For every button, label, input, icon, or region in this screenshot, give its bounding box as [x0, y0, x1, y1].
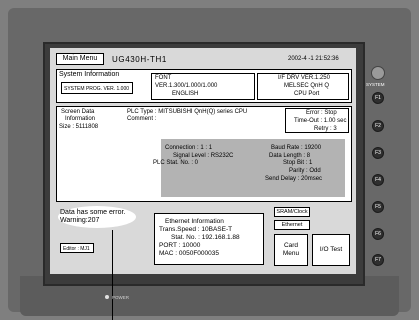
model-name: UG430H-TH1 [112, 55, 167, 64]
ethernet-trans-speed: Trans.Speed : 10BASE-T [159, 226, 233, 233]
datetime-display: 2002-4 -1 21:52:36 [288, 56, 339, 62]
timeout-setting: Time-Out : 1.00 sec [294, 118, 347, 124]
plc-name: MELSEC QnH Q [284, 83, 330, 89]
card-menu-label-line2: Menu [282, 250, 300, 257]
power-label: POWER [112, 295, 130, 300]
ethernet-port: PORT : 10000 [159, 242, 201, 249]
ethernet-information-title: Ethernet Information [165, 218, 224, 225]
parity-setting: Parity : Odd [289, 168, 321, 174]
screen-data-title-line1: Screen Data [61, 109, 95, 115]
data-length-setting: Data Length : 8 [269, 153, 311, 159]
f4-key[interactable]: F4 [372, 174, 384, 186]
f6-key[interactable]: F6 [372, 228, 384, 240]
f2-key[interactable]: F2 [372, 120, 384, 132]
font-version: VER.1.300/1.000/1.000 [155, 83, 218, 89]
connection-setting: Connection : 1 : 1 [165, 145, 213, 151]
power-led-icon [105, 295, 109, 299]
card-menu-label-line1: Card [283, 242, 299, 249]
plc-type: PLC Type : MITSUBISHI QnH(Q) series CPU [127, 109, 248, 115]
plc-stat-setting: PLC Stat. No. : 0 [153, 160, 199, 166]
retry-setting: Retry : 3 [314, 126, 337, 132]
baud-rate-setting: Baud Rate : 19200 [271, 145, 322, 151]
comment-label: Comment : [127, 116, 157, 122]
f5-key[interactable]: F5 [372, 201, 384, 213]
card-menu-button[interactable]: Card Menu [274, 234, 308, 266]
ethernet-information-panel: Ethernet Information Trans.Speed : 10BAS… [154, 213, 264, 265]
hmi-screen: Main Menu UG430H-TH1 2002-4 -1 21:52:36 … [50, 48, 356, 274]
f1-key[interactable]: F1 [372, 92, 384, 104]
screen-data-title-line2: Information [65, 116, 96, 122]
warning-bubble: Data has some error. Warning:207 [58, 206, 136, 228]
system-key[interactable] [371, 66, 385, 80]
warning-code: Warning:207 [60, 217, 100, 224]
screen-data-panel: Screen Data Information Size : 5111808 P… [56, 106, 352, 202]
send-delay-setting: Send Delay : 20msec [265, 176, 323, 182]
f3-key[interactable]: F3 [372, 147, 384, 159]
system-information-title: System Information [59, 71, 120, 78]
warning-pointer-line [112, 230, 113, 320]
system-information-panel: System Information SYSTEM PROG. VER. 1.0… [56, 69, 352, 103]
signal-level-setting: Signal Level : RS232C [173, 153, 234, 159]
editor-label: Editor : MJ1 [63, 246, 90, 252]
ethernet-mac: MAC : 0050F000035 [159, 250, 219, 257]
if-driver-version: I/F DRV VER.1.250 [278, 75, 330, 81]
error-setting: Error : Stop [306, 110, 337, 116]
f7-key[interactable]: F7 [372, 254, 384, 266]
screen-data-size: Size : 5111808 [59, 124, 99, 130]
io-test-button[interactable]: I/O Test [312, 234, 350, 266]
warning-message: Data has some error. [60, 209, 126, 216]
connection-settings-area: Connection : 1 : 1 Signal Level : RS232C… [153, 139, 345, 197]
font-title: FONT [155, 75, 172, 81]
ethernet-button[interactable]: Ethernet [274, 220, 310, 230]
stop-bit-setting: Stop Bit : 1 [283, 160, 313, 166]
font-language: ENGLISH [172, 91, 199, 97]
ethernet-stat-no: Stat. No. : 192.168.1.88 [171, 234, 240, 241]
cpu-port: CPU Port [294, 91, 320, 97]
sram-clock-button[interactable]: SRAM/Clock [274, 207, 310, 217]
system-key-label: SYSTEM [366, 82, 385, 87]
main-menu-button[interactable]: Main Menu [56, 53, 104, 65]
system-prog-version: SYSTEM PROG. VER. 1.000 [64, 86, 130, 92]
